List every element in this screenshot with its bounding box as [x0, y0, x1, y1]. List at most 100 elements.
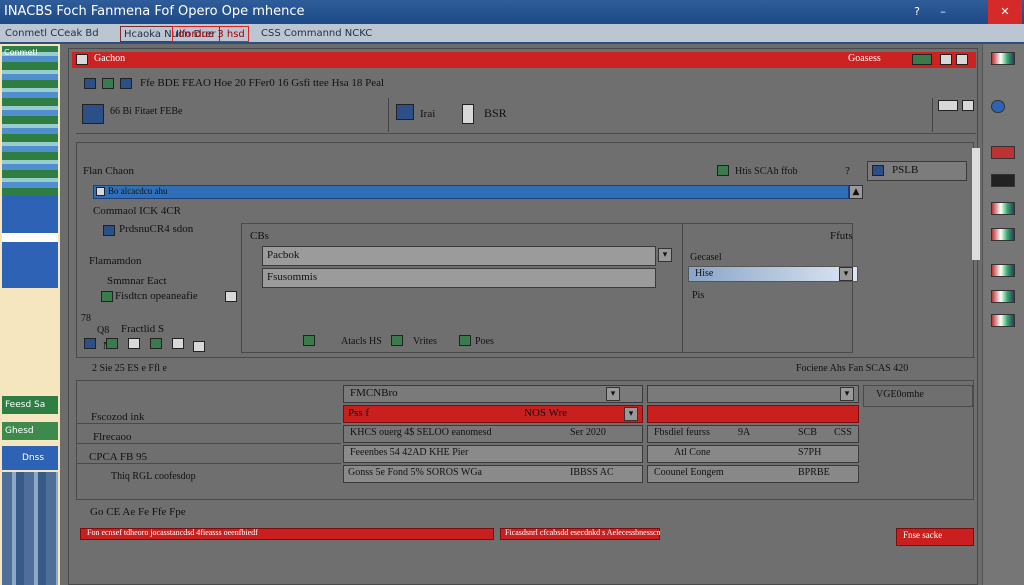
pin-icon[interactable] [940, 54, 952, 65]
toolbar-row-2-right[interactable]: BSR [484, 106, 507, 121]
side-field-dropdown[interactable]: ▾ [839, 267, 853, 281]
footer-icon-5[interactable] [172, 338, 184, 349]
search-icon [872, 165, 884, 176]
item-2-label[interactable]: Flamamdon [89, 255, 142, 267]
globe-icon[interactable] [991, 100, 1005, 113]
tool-icon-4[interactable] [991, 202, 1015, 215]
tab-css-command[interactable]: CSS Commannd NCKC [258, 26, 375, 42]
row-checkbox[interactable] [96, 187, 105, 196]
inner-panel-right-label: Ffuts [830, 230, 853, 242]
item-4-label[interactable]: Fisdtcn opeaneafie [115, 290, 198, 302]
tool-icon-2[interactable] [991, 146, 1015, 159]
close-doc-icon[interactable] [956, 54, 968, 65]
tool-icon-7[interactable] [991, 290, 1015, 303]
right-column-row-2[interactable]: Atl Cone S7PH [647, 445, 859, 463]
inner-field-2[interactable]: Fsusommis [262, 268, 656, 288]
thumbnail-top[interactable]: Conmetl [2, 46, 58, 196]
side-label-1: Gecasel [690, 252, 722, 263]
wrench-icon[interactable] [962, 100, 974, 111]
window-title: INACBS Foch Fanmena Fof Opero Ope mhence [4, 4, 305, 19]
toolbar-row-1-label[interactable]: Ffe BDE FEAO Hoe 20 FFer0 16 Gsfi ttee H… [140, 77, 384, 89]
settings-icon[interactable] [938, 100, 958, 111]
mid-column-row-1[interactable]: KHCS ouerg 4$ SELOO eanomesd Ser 2020 [343, 425, 643, 443]
side-label-2: Pis [692, 290, 705, 301]
tool-icon-5[interactable] [991, 228, 1015, 241]
footer-icon-3[interactable] [128, 338, 140, 349]
toolbar-row-2-left[interactable]: 66 Bi Fitaet FEBe [110, 106, 183, 117]
footer-icon-2[interactable] [106, 338, 118, 349]
tool-icon-6[interactable] [991, 264, 1015, 277]
thumbnail-label-feesd[interactable]: Feesd Sa [2, 396, 58, 414]
document-page-icon[interactable] [462, 104, 474, 124]
side-field[interactable]: Hise ▾ [688, 266, 858, 282]
mid-column-red-row[interactable]: Pss f NOS Wre ▾ [343, 405, 643, 423]
section-1-footer-row [80, 336, 340, 352]
document-status: Goasess [848, 53, 881, 64]
right-column-red-row[interactable] [647, 405, 859, 423]
document-icon [76, 54, 88, 65]
mid-column-row-3[interactable]: Gonss 5e Fond 5% SOROS WGa IBBSS AC [343, 465, 643, 483]
inner-field-1-dropdown[interactable]: ▾ [658, 248, 672, 262]
item-1-icon [103, 225, 115, 236]
right-column-row-3[interactable]: Coounel Eongem BPRBE [647, 465, 859, 483]
footer-icon-1[interactable] [84, 338, 96, 349]
section-1-scrollbar[interactable] [972, 148, 980, 260]
title-bar: INACBS Foch Fanmena Fof Opero Ope mhence… [0, 0, 1024, 24]
left-thumbnail-panel: Conmetl Feesd Sa Ghesd Dnss [0, 44, 60, 585]
mid-column-header[interactable]: FMCNBro ▾ [343, 385, 643, 403]
section-1-panel: Flan Chaon Htis SCAh ffob ? PSLB Bo alca… [76, 142, 975, 358]
row-label-2[interactable]: Flrecaoo [93, 431, 131, 443]
section-1-heading: Flan Chaon [83, 165, 135, 177]
mid-column-row-2[interactable]: Feeenbes 54 42AD KHE Pier [343, 445, 643, 463]
status-mid: Ficasdsnrl cfcabsdd esecdnkd s Aelecessb… [500, 528, 661, 540]
thumbnail-bottom[interactable] [2, 472, 58, 585]
tool-icon-8[interactable] [991, 314, 1015, 327]
right-column-header[interactable]: ▾ [647, 385, 859, 403]
bottom-3-label[interactable]: Poes [475, 336, 494, 347]
footer-toolbar-label[interactable]: Go CE Ae Fe Ffe Fpe [90, 506, 186, 518]
item-1-label[interactable]: PrdsnuCR4 sdon [119, 223, 193, 235]
tab-ilfordue[interactable]: Ilfordue 3 hsd [172, 26, 249, 42]
bottom-1-label[interactable]: Atacls HS [341, 336, 382, 347]
inner-field-1[interactable]: Pacbok [262, 246, 656, 266]
status-indicator-icon [912, 54, 932, 65]
bottom-2-icon[interactable] [391, 335, 403, 346]
right-search-box[interactable]: PSLB [867, 161, 967, 181]
scroll-up-button[interactable]: ▲ [849, 185, 863, 199]
toolbar-row-2-mid[interactable]: Irai [420, 108, 435, 120]
thumbnail-label-dnss[interactable]: Dnss [2, 446, 58, 470]
thumbnail-label-ghesd[interactable]: Ghesd [2, 422, 58, 440]
inner-panel-title: CBs [250, 230, 269, 242]
selected-row[interactable]: Bo alcacdcu ahu [93, 185, 849, 199]
section-2-header: 2 Sie 25 ES e Ffl e Fociene Ahs Fan SCAS… [76, 362, 974, 380]
status-right[interactable]: Fnse sacke [896, 528, 974, 546]
tool-icon-3[interactable] [991, 174, 1015, 187]
tool-icon-1[interactable] [991, 52, 1015, 65]
row-label-1[interactable]: Fscozod ink [91, 411, 144, 423]
section-2-panel: Fscozod ink Flrecaoo CPCA FB 95 Thiq RGL… [76, 380, 974, 500]
thumbnail-middle[interactable] [2, 196, 58, 288]
image-icon[interactable] [396, 104, 414, 120]
document-title: Gachon [94, 53, 126, 64]
bottom-2-label[interactable]: Vrites [413, 336, 437, 347]
item-3-label[interactable]: Smmnar Eact [107, 275, 167, 287]
far-right-header[interactable]: VGE0omhe [863, 385, 973, 407]
tool-panel-icon[interactable] [82, 104, 104, 124]
close-button[interactable]: ✕ [988, 0, 1022, 24]
open-icon[interactable] [102, 78, 114, 89]
help-button[interactable]: ? [908, 3, 926, 20]
item-5-label[interactable]: Fractlid S [121, 323, 164, 335]
status-bar: Fon ecnsef tdheoro jocasstancdsd 4fieass… [80, 528, 980, 546]
right-column-row-1[interactable]: Fbsdiel feurss 9A SCB CSS [647, 425, 859, 443]
tab-conmetl[interactable]: Conmetl CCeak Bd [2, 26, 102, 42]
minimize-button[interactable]: – [934, 3, 952, 20]
save-icon[interactable] [120, 78, 132, 89]
bottom-3-icon[interactable] [459, 335, 471, 346]
row-label-4[interactable]: Thiq RGL coofesdop [111, 471, 196, 482]
footer-icon-4[interactable] [150, 338, 162, 349]
item-4-lock-icon[interactable] [225, 291, 237, 302]
new-icon[interactable] [84, 78, 96, 89]
item-6-label: 78 [81, 313, 91, 324]
status-left: Fon ecnsef tdheoro jocasstancdsd 4fieass… [80, 528, 494, 540]
row-label-3[interactable]: CPCA FB 95 [89, 451, 147, 463]
